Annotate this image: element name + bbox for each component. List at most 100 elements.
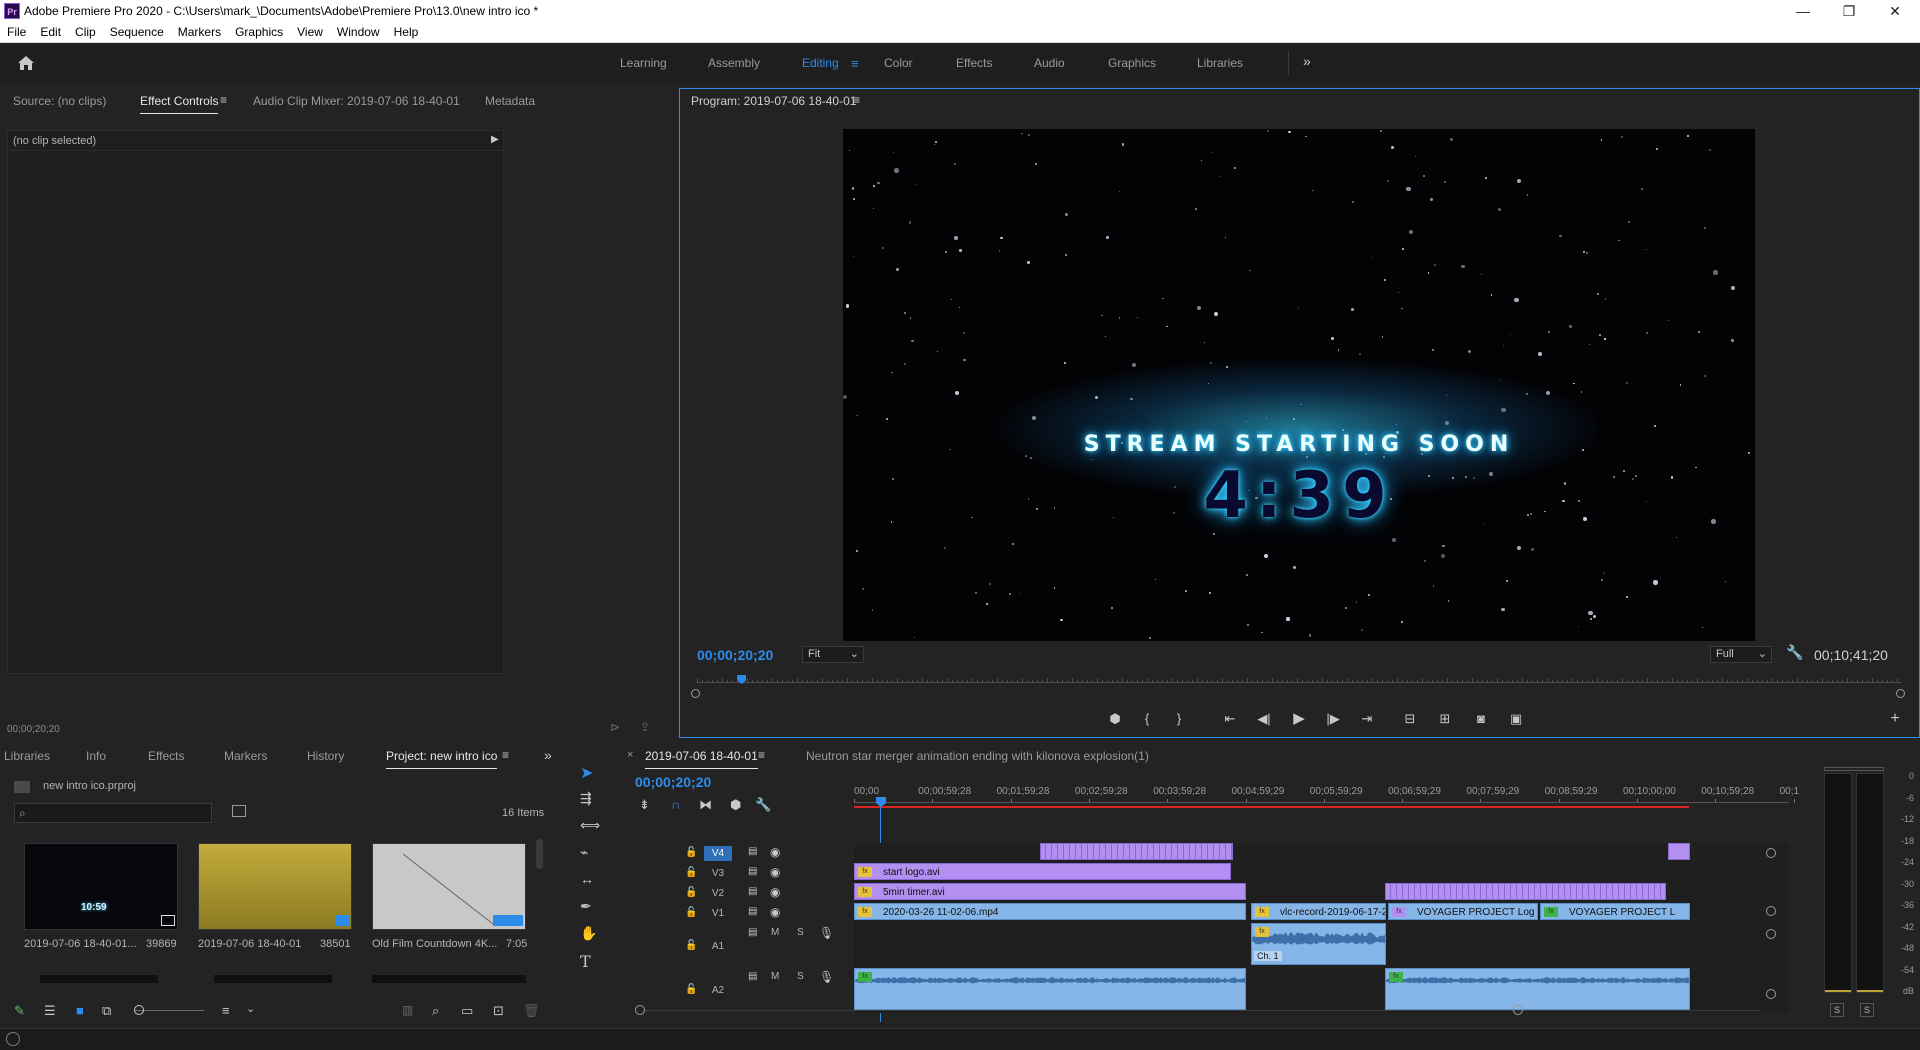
- project-item-thumb-3[interactable]: [372, 843, 526, 930]
- workspace-editing[interactable]: Editing: [802, 56, 839, 70]
- menu-clip[interactable]: Clip: [68, 22, 103, 43]
- clip-5min-timer[interactable]: fx 5min timer.avi: [854, 883, 1246, 900]
- tab-neutron-sequence[interactable]: Neutron star merger animation ending wit…: [806, 749, 1149, 763]
- project-item-thumb-4[interactable]: [40, 975, 158, 983]
- hand-tool-icon[interactable]: ✋: [580, 925, 597, 942]
- menu-view[interactable]: View: [290, 22, 330, 43]
- clip-voyager-l[interactable]: fx VOYAGER PROJECT L: [1540, 903, 1690, 920]
- program-current-timecode[interactable]: 00;00;20;20: [697, 647, 773, 663]
- insert-nest-icon[interactable]: ⇟: [639, 797, 650, 813]
- home-icon[interactable]: [16, 53, 36, 73]
- cloud-sync-icon[interactable]: [6, 1032, 20, 1046]
- clip-a2-audio-1[interactable]: fx: [854, 968, 1246, 1010]
- zoom-handle-right[interactable]: [1896, 689, 1905, 698]
- sync-lock-icon[interactable]: ▤: [748, 971, 757, 982]
- mute-a1-button[interactable]: M: [771, 927, 779, 938]
- step-forward-icon[interactable]: |▶: [1323, 709, 1343, 729]
- linked-selection-icon[interactable]: ⧓: [699, 797, 712, 813]
- trash-icon[interactable]: 🗑: [523, 1003, 540, 1019]
- program-menu-icon[interactable]: ≡: [853, 93, 860, 107]
- tab-sequence[interactable]: 2019-07-06 18-40-01: [645, 749, 758, 769]
- minimize-button[interactable]: —: [1780, 0, 1826, 22]
- lock-icon[interactable]: 🔓: [685, 847, 697, 858]
- selection-tool-icon[interactable]: ➤: [580, 763, 593, 783]
- tab-effect-controls[interactable]: Effect Controls: [140, 94, 219, 114]
- menu-help[interactable]: Help: [387, 22, 426, 43]
- track-v2[interactable]: V2: [704, 886, 732, 901]
- workspace-libraries[interactable]: Libraries: [1197, 56, 1243, 70]
- project-item-thumb-1[interactable]: 10:59: [24, 843, 178, 930]
- sync-lock-icon[interactable]: ▤: [748, 927, 757, 938]
- tab-markers[interactable]: Markers: [224, 749, 267, 763]
- play-icon[interactable]: ▶: [1289, 709, 1309, 729]
- snap-magnet-icon[interactable]: ∩: [671, 797, 680, 812]
- track-v3[interactable]: V3: [704, 866, 732, 881]
- menu-file[interactable]: File: [0, 22, 33, 43]
- eye-icon[interactable]: ◉: [770, 905, 780, 919]
- project-item-thumb-5[interactable]: [214, 975, 332, 983]
- lift-icon[interactable]: ⊟: [1400, 709, 1420, 729]
- freeform-view-icon[interactable]: ⧉: [102, 1003, 111, 1019]
- tab-info[interactable]: Info: [86, 749, 106, 763]
- expand-arrow-icon[interactable]: ▶: [491, 134, 499, 145]
- track-v1[interactable]: V1: [704, 906, 732, 921]
- track-a2[interactable]: A2: [704, 983, 732, 998]
- panel-menu-icon[interactable]: ≡: [220, 93, 227, 107]
- sync-lock-icon[interactable]: ▤: [748, 866, 757, 877]
- track-v4[interactable]: V4: [704, 846, 732, 861]
- workspace-graphics[interactable]: Graphics: [1108, 56, 1156, 70]
- menu-edit[interactable]: Edit: [33, 22, 68, 43]
- audio-scroll-handle-bottom[interactable]: [1766, 989, 1776, 999]
- settings-wrench-icon[interactable]: 🔧: [1786, 644, 1803, 661]
- eye-icon[interactable]: ◉: [770, 865, 780, 879]
- timeline-settings-wrench-icon[interactable]: 🔧: [755, 797, 771, 813]
- project-item-thumb-6[interactable]: [372, 975, 526, 983]
- go-to-out-icon[interactable]: ⇥: [1357, 709, 1377, 729]
- menu-graphics[interactable]: Graphics: [228, 22, 290, 43]
- lock-icon[interactable]: 🔓: [685, 984, 697, 995]
- microphone-icon[interactable]: 🎙: [819, 926, 834, 940]
- lock-icon[interactable]: 🔓: [685, 887, 697, 898]
- lock-icon[interactable]: 🔓: [685, 907, 697, 918]
- tab-project[interactable]: Project: new intro ico: [386, 749, 498, 769]
- clip-v2-sequence[interactable]: [1385, 883, 1666, 900]
- clip-v4-sequence[interactable]: [1040, 843, 1233, 860]
- clip-vlc-record[interactable]: fx vlc-record-2019-06-17-2: [1251, 903, 1386, 920]
- program-video-frame[interactable]: STREAM STARTING SOON 4:39: [843, 129, 1755, 641]
- write-protect-pencil-icon[interactable]: ✎: [14, 1003, 25, 1019]
- workspace-learning[interactable]: Learning: [620, 56, 667, 70]
- zoom-handle-left[interactable]: [691, 689, 700, 698]
- sync-lock-icon[interactable]: ▤: [748, 886, 757, 897]
- export-frame-camera-icon[interactable]: ◙: [1471, 709, 1491, 729]
- workspace-effects[interactable]: Effects: [956, 56, 992, 70]
- mute-a2-button[interactable]: M: [771, 971, 779, 982]
- clip-start-logo[interactable]: fx start logo.avi: [854, 863, 1231, 880]
- eye-icon[interactable]: ◉: [770, 845, 780, 859]
- project-menu-icon[interactable]: ≡: [502, 748, 509, 762]
- resolution-select[interactable]: Full ⌄: [1710, 646, 1772, 663]
- menu-sequence[interactable]: Sequence: [103, 22, 171, 43]
- restore-button[interactable]: ❐: [1826, 0, 1872, 22]
- workspace-menu-icon[interactable]: ≡: [851, 56, 859, 71]
- project-scrollbar[interactable]: [536, 839, 543, 869]
- go-to-in-icon[interactable]: ⇤: [1220, 709, 1240, 729]
- new-search-bin-icon[interactable]: [232, 805, 246, 817]
- workspace-assembly[interactable]: Assembly: [708, 56, 760, 70]
- lock-icon[interactable]: 🔓: [685, 940, 697, 951]
- panel-overflow-icon[interactable]: »: [544, 747, 552, 763]
- tab-audio-clip-mixer[interactable]: Audio Clip Mixer: 2019-07-06 18-40-01: [253, 94, 460, 108]
- tab-history[interactable]: History: [307, 749, 344, 763]
- sort-chevron-icon[interactable]: ⌄: [246, 1002, 255, 1015]
- sort-icon[interactable]: ≡: [222, 1003, 230, 1018]
- new-item-icon[interactable]: ⊡: [493, 1003, 504, 1019]
- add-marker-icon[interactable]: ⬢: [1105, 709, 1125, 729]
- tab-source[interactable]: Source: (no clips): [13, 94, 106, 108]
- program-scrubber[interactable]: [697, 675, 1902, 689]
- close-tab-icon[interactable]: ×: [627, 749, 633, 761]
- solo-a2-button[interactable]: S: [797, 971, 804, 982]
- workspace-color[interactable]: Color: [884, 56, 913, 70]
- project-search-input[interactable]: ⌕: [14, 803, 212, 823]
- sync-lock-icon[interactable]: ▤: [748, 846, 757, 857]
- button-editor-plus-icon[interactable]: +: [1885, 709, 1905, 729]
- close-button[interactable]: ✕: [1872, 0, 1918, 22]
